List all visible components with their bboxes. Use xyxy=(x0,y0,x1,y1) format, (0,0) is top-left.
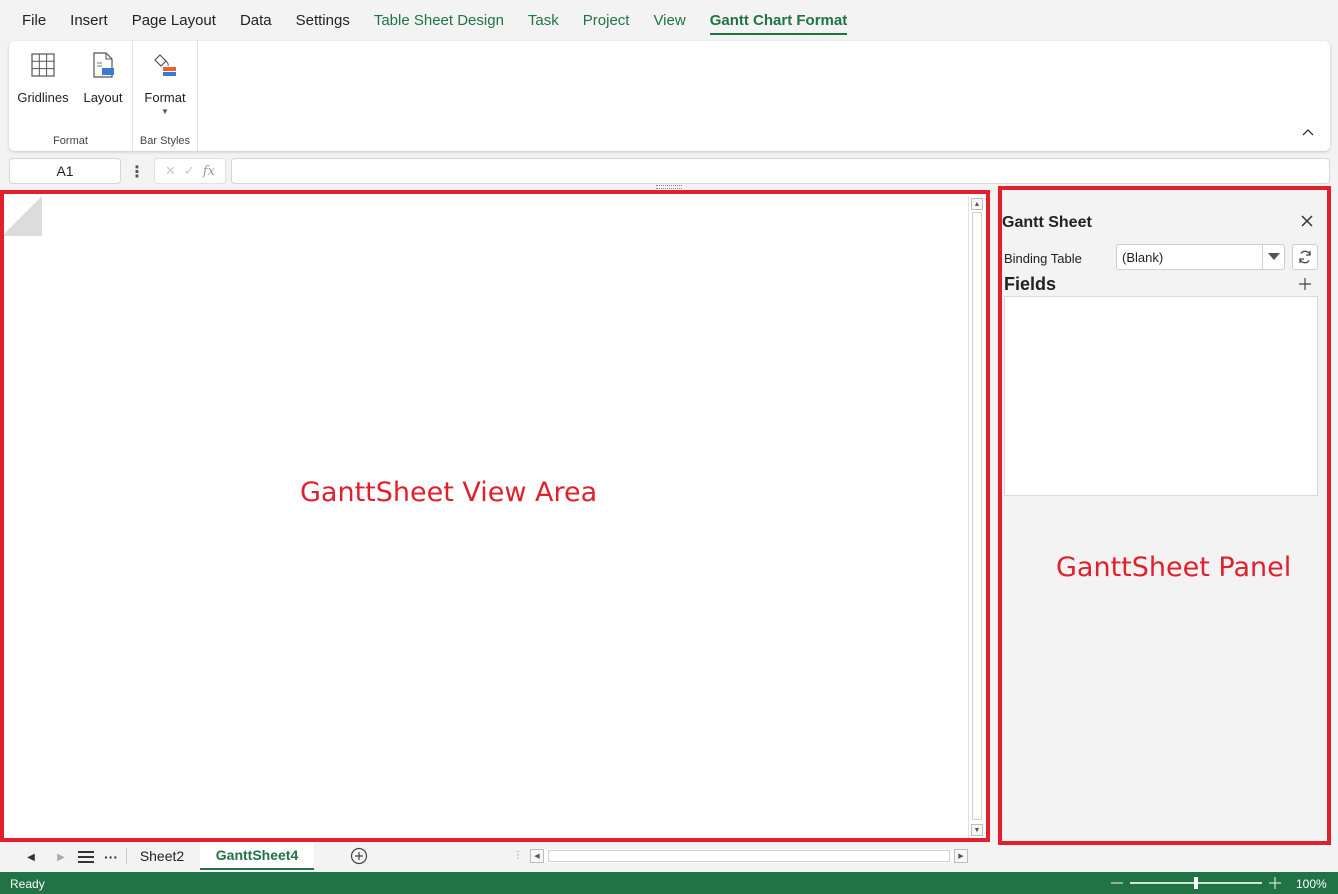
panel-title: Gantt Sheet xyxy=(1002,214,1092,231)
sheet-tab-bar: ◀ ▶ ··· Sheet2 GanttSheet4 ⋮ ◀ ▶ xyxy=(0,842,998,872)
sheet-tab-sheet2[interactable]: Sheet2 xyxy=(130,842,194,870)
scroll-up-icon[interactable]: ▲ xyxy=(971,198,983,210)
sheet-tab-ganttsheet4[interactable]: GanttSheet4 xyxy=(200,842,314,870)
name-box[interactable]: A1 xyxy=(9,158,121,184)
layout-label: Layout xyxy=(83,90,123,105)
ribbon-group-bar-styles-label: Bar Styles xyxy=(139,135,191,147)
cancel-icon[interactable]: ✕ xyxy=(165,163,176,179)
function-icon[interactable]: fx xyxy=(203,164,215,179)
status-bar: Ready 100% xyxy=(0,872,1338,894)
format-bar-styles-button[interactable]: Format ▼ xyxy=(135,49,195,121)
ribbon-group-bar-styles: Format ▼ Bar Styles xyxy=(133,41,198,151)
gantt-sheet-view[interactable]: ▲ ▼ GanttSheet View Area xyxy=(0,190,990,842)
add-field-icon[interactable] xyxy=(1298,277,1312,291)
horizontal-scrollbar[interactable]: ◀ ▶ xyxy=(530,849,968,863)
ribbon-group-format-label: Format xyxy=(53,135,88,147)
zoom-slider-thumb[interactable] xyxy=(1194,877,1198,889)
scrollbar-splitter-icon[interactable]: ⋮ xyxy=(513,850,523,864)
format-label: Format xyxy=(144,90,186,105)
collapse-ribbon-icon[interactable] xyxy=(1300,125,1316,141)
layout-button[interactable]: Layout xyxy=(73,49,133,121)
menu-gantt-chart-format[interactable]: Gantt Chart Format xyxy=(698,0,860,40)
close-icon[interactable] xyxy=(1298,212,1316,230)
gridlines-label: Gridlines xyxy=(17,90,69,105)
status-text: Ready xyxy=(10,877,45,891)
menu-table-sheet-design[interactable]: Table Sheet Design xyxy=(362,0,516,40)
menu-file[interactable]: File xyxy=(10,0,58,40)
scroll-left-icon[interactable]: ◀ xyxy=(530,849,544,863)
menu-project[interactable]: Project xyxy=(571,0,642,40)
fields-label: Fields xyxy=(1004,274,1057,294)
scroll-down-icon[interactable]: ▼ xyxy=(971,824,983,836)
ribbon: Gridlines Layout Format Format ▼ Bar Sty… xyxy=(9,41,1330,151)
binding-table-label: Binding Table xyxy=(1004,251,1082,266)
menu-page-layout[interactable]: Page Layout xyxy=(120,0,228,40)
menu-task[interactable]: Task xyxy=(516,0,571,40)
refresh-icon xyxy=(1299,250,1311,264)
view-area-annotation: GanttSheet View Area xyxy=(300,477,598,508)
zoom-in-icon[interactable] xyxy=(1268,875,1282,891)
binding-table-value: (Blank) xyxy=(1122,249,1164,265)
sheet-list-icon[interactable] xyxy=(76,848,96,866)
layout-icon xyxy=(87,49,119,81)
add-sheet-icon[interactable] xyxy=(350,847,368,865)
vertical-scroll-track[interactable] xyxy=(972,212,982,820)
prev-sheet-icon[interactable]: ◀ xyxy=(24,848,38,866)
vertical-scrollbar[interactable]: ▲ ▼ xyxy=(968,196,984,838)
next-sheet-icon[interactable]: ▶ xyxy=(54,848,68,866)
refresh-button[interactable] xyxy=(1292,244,1318,270)
gantt-sheet-panel: Gantt Sheet Binding Table (Blank) Fields… xyxy=(998,186,1331,845)
zoom-level[interactable]: 100% xyxy=(1296,877,1327,891)
resize-grip-icon[interactable] xyxy=(656,185,682,189)
chevron-down-icon[interactable] xyxy=(1262,245,1284,269)
chevron-down-icon: ▼ xyxy=(161,107,169,116)
fields-list[interactable] xyxy=(1004,296,1318,496)
more-sheets-icon[interactable]: ··· xyxy=(102,848,120,866)
panel-annotation: GanttSheet Panel xyxy=(1056,552,1292,583)
menu-view[interactable]: View xyxy=(641,0,697,40)
gridlines-icon xyxy=(27,49,59,81)
formula-input[interactable] xyxy=(231,158,1330,184)
menu-bar: File Insert Page Layout Data Settings Ta… xyxy=(0,0,1338,40)
menu-insert[interactable]: Insert xyxy=(58,0,120,40)
ribbon-group-format: Gridlines Layout Format xyxy=(9,41,133,151)
horizontal-scroll-track[interactable] xyxy=(548,850,950,862)
menu-settings[interactable]: Settings xyxy=(284,0,362,40)
paint-bucket-icon xyxy=(149,49,181,81)
gridlines-button[interactable]: Gridlines xyxy=(13,49,73,121)
scroll-right-icon[interactable]: ▶ xyxy=(954,849,968,863)
tab-separator xyxy=(126,848,127,864)
more-options-icon[interactable]: ⋮ xyxy=(129,160,145,184)
binding-table-select[interactable]: (Blank) xyxy=(1116,244,1285,270)
zoom-out-icon[interactable] xyxy=(1110,875,1124,891)
menu-data[interactable]: Data xyxy=(228,0,284,40)
select-all-corner[interactable] xyxy=(2,194,44,238)
formula-icons: ✕ ✓ fx xyxy=(154,158,226,184)
check-icon[interactable]: ✓ xyxy=(184,163,195,179)
